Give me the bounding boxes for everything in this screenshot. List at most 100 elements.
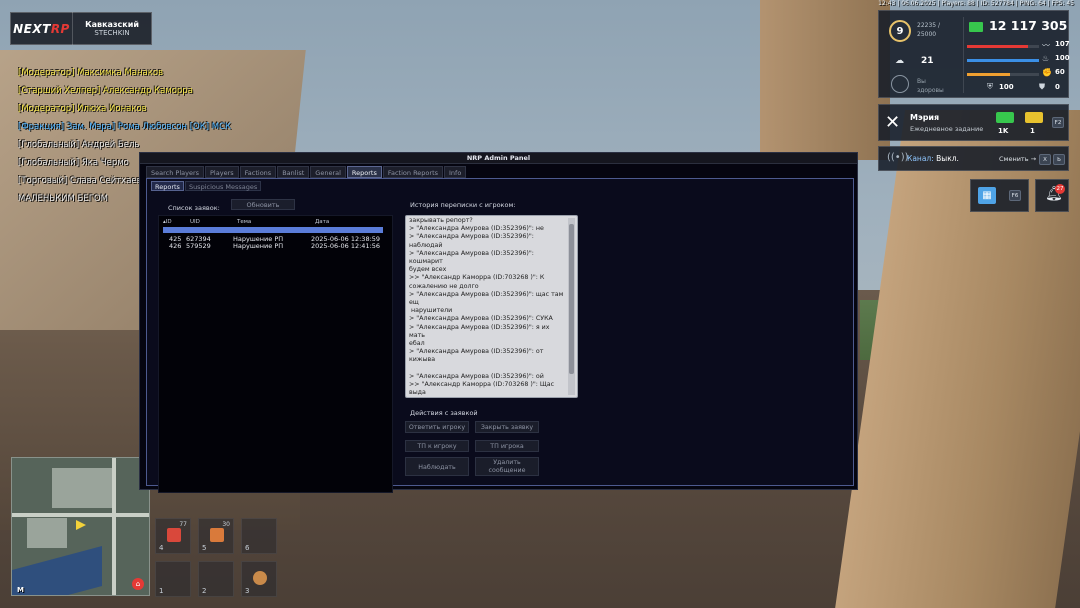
inventory-slot[interactable]: 3 [241,561,277,597]
server-name: Кавказский [85,19,139,29]
chat-line: [Старший Хелпер] Александр Каморра [18,86,193,96]
money-amount: 12 117 305 [989,18,1068,33]
delete-message-button[interactable]: Удалить сообщение [475,457,539,476]
column-header-topic[interactable]: Тема [237,219,251,225]
stamina-bar-fill [967,73,1011,76]
health-status-line: здоровы [917,87,944,94]
table-row[interactable]: 426 579529 Нарушение РП 2025-06-06 12:41… [159,242,394,250]
voice-channel-panel: ((•)) Канал: Выкл. Сменить → X Ь [878,146,1069,171]
tab-search-players[interactable]: Search Players [146,166,205,178]
armor-small-icon: ⛨ [987,82,993,91]
reports-subtabs: Reports Suspicious Messages [151,181,262,191]
brand-logo: NEXT RP [11,12,73,45]
home-marker-icon: ⌂ [132,578,144,590]
radio-icon: ((•)) [887,152,909,163]
calendar-button[interactable]: ▦ F6 [970,179,1029,212]
refresh-button[interactable]: Обновить [231,199,295,210]
map-water [12,545,102,595]
tools-icon: ✕ [885,112,901,133]
column-header-id-text: ID [165,219,172,225]
player-stats-panel: 9 22235 / 25000 12 117 305 ☁ 21 Вы здоро… [878,10,1070,98]
inventory-slot[interactable]: 6 [241,518,277,554]
tab-banlist[interactable]: Banlist [277,166,310,178]
subtab-suspicious-messages[interactable]: Suspicious Messages [184,181,262,191]
experience-counter: 22235 / 25000 [917,21,940,39]
slot-number: 1 [159,587,164,595]
channel-label: Канал: [907,154,934,163]
health-status-icon [891,75,909,93]
food-item-icon [253,571,267,585]
ticket-reward-icon [1025,112,1043,123]
admin-tabs: Search Players Players Factions Banlist … [146,166,467,178]
cell-topic: Нарушение РП [233,242,284,250]
calendar-icon: ▦ [978,187,996,204]
channel-key-x: X [1039,154,1051,165]
map-building [52,468,112,508]
chat-history-label: История переписки с игроком: [410,201,516,209]
calendar-hotkey: F6 [1009,190,1021,201]
teleport-to-player-button[interactable]: ТП к игроку [405,440,469,452]
status-topbar: 12:43 | 06.06.2025 | Players: 88 | ID: 5… [878,0,1074,7]
spectate-button[interactable]: Наблюдать [405,457,469,476]
chat-history-box[interactable]: закрывать репорт? > "Александра Амурова … [405,215,578,398]
chat-line: [Фракция] Зам. Мэра] Рома Любовсон [ОК] … [18,122,232,132]
channel-value: Выкл. [936,154,959,163]
health-bar [967,45,1039,48]
minimap[interactable]: ⌂ M [11,457,150,596]
shield-icon: ⛊ [1039,82,1045,91]
chat-line: [Модератор] Илюха Ионаков [18,104,147,114]
cell-date: 2025-06-06 12:41:56 [311,242,381,250]
tab-info[interactable]: Info [444,166,467,178]
column-header-id[interactable]: ▴ID [163,219,172,225]
slot-number: 2 [202,587,207,595]
reports-table: ▴ID UID Тема Дата 425 627394 Нарушение Р… [158,215,393,493]
tab-general[interactable]: General [310,166,346,178]
tab-reports[interactable]: Reports [346,166,382,178]
brand-text-accent: RP [50,21,70,36]
ticket-reward-value: 1 [1030,127,1035,135]
close-report-button[interactable]: Закрыть заявку [475,421,539,433]
inventory-slot[interactable]: 77 4 [155,518,191,554]
slot-number: 4 [159,544,164,552]
server-info: Кавказский STECHKIN [73,20,151,37]
stamina-bar [967,73,1039,76]
inventory-slot[interactable]: 2 [198,561,234,597]
channel-switch-hint: Сменить → [999,155,1037,163]
map-hotkey: M [17,586,24,594]
chat-history-scrollbar[interactable] [568,218,575,395]
tab-players[interactable]: Players [205,166,239,178]
teleport-player-button[interactable]: ТП игрока [475,440,539,452]
tab-faction-reports[interactable]: Faction Reports [382,166,444,178]
report-list-label: Список заявок: [168,204,220,212]
delete-button-line: сообщение [488,467,526,474]
map-road [12,513,149,517]
tab-factions[interactable]: Factions [239,166,277,178]
scrollbar-thumb[interactable] [569,224,574,374]
window-title: NRP Admin Panel [140,153,857,164]
quest-title: Мэрия [910,113,940,122]
delete-button-line: Удалить [493,459,521,466]
strength-icon: ✊ [1042,68,1052,77]
quest-hotkey: F2 [1052,117,1064,128]
pulse-icon: 〰 [1042,41,1050,50]
inventory-slot[interactable]: 30 5 [198,518,234,554]
cash-reward-icon [996,112,1014,123]
actions-label: Действия с заявкой [410,409,478,417]
notifications-button[interactable]: 🔔︎ 27 [1035,179,1069,212]
column-header-date[interactable]: Дата [315,219,329,225]
level-badge: 9 [889,20,911,42]
medkit-icon [167,528,181,542]
server-subname: STECHKIN [94,29,130,38]
selected-row-highlight[interactable] [163,227,383,233]
column-header-uid[interactable]: UID [190,219,200,225]
health-status-line: Вы [917,78,926,85]
reply-player-button[interactable]: Ответить игроку [405,421,469,433]
health-bar-fill [967,45,1029,48]
daily-quest-panel[interactable]: ✕ Мэрия Ежедневное задание 1K 1 F2 [878,104,1069,141]
inventory-slot[interactable]: 1 [155,561,191,597]
slot-count: 30 [222,521,230,528]
subtab-reports[interactable]: Reports [151,181,184,191]
exp-max: 25000 [917,31,937,38]
cash-reward-value: 1K [998,127,1009,135]
rating-value: 21 [921,56,934,66]
